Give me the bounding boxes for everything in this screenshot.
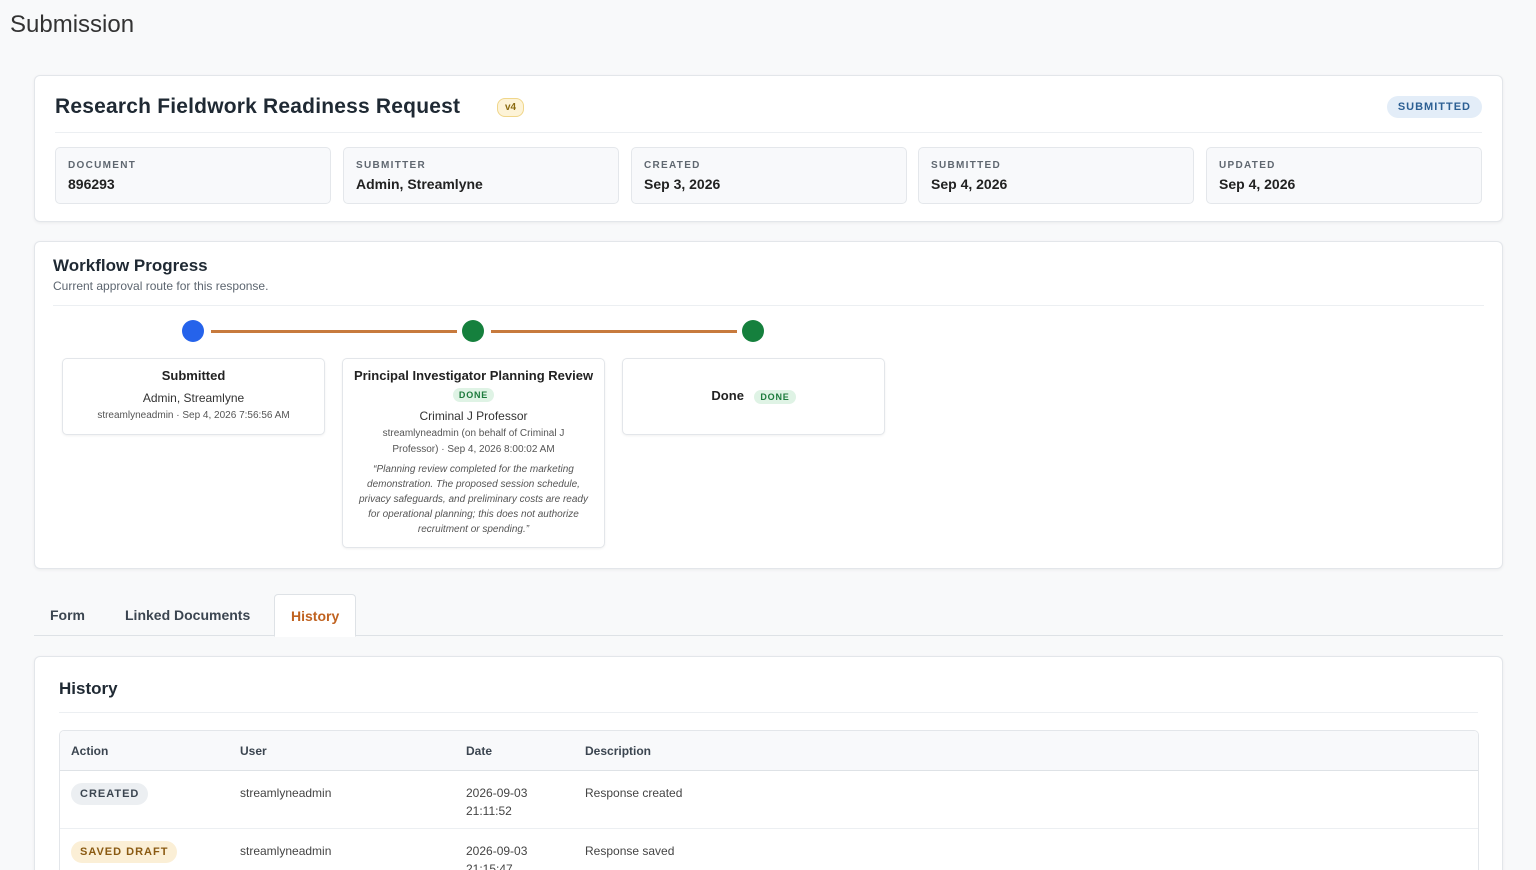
table-header: Action User Date Description: [60, 731, 1478, 771]
meta-label: UPDATED: [1219, 160, 1276, 171]
status-badge: SUBMITTED: [1386, 96, 1482, 118]
workflow-connector: [211, 330, 457, 333]
meta-submitted: SUBMITTED Sep 4, 2026: [918, 147, 1194, 204]
column-header-action[interactable]: Action: [71, 744, 108, 758]
history-title: History: [59, 679, 118, 698]
step-dot-review: [462, 320, 484, 342]
meta-label: SUBMITTED: [931, 160, 1002, 171]
workflow-connector: [491, 330, 737, 333]
row-date-time: 21:15:47: [466, 862, 513, 870]
row-date: 2026-09-03 21:15:47: [466, 842, 527, 870]
workflow-subtitle: Current approval route for this response…: [53, 279, 269, 293]
step-name: Submitted: [161, 368, 226, 383]
column-header-date[interactable]: Date: [466, 744, 492, 758]
row-date-day: 2026-09-03: [466, 786, 528, 800]
done-badge: DONE: [452, 388, 495, 402]
history-table: Action User Date Description CREATED str…: [59, 730, 1479, 870]
row-description: Response created: [585, 786, 683, 800]
history-divider: [59, 712, 1478, 713]
history-card: History Action User Date Description CRE…: [34, 656, 1503, 870]
step-card-done: Done DONE: [622, 358, 885, 435]
page-title: Submission: [10, 11, 135, 38]
step-person: Admin, Streamlyne: [142, 391, 245, 405]
header-divider: [55, 132, 1482, 133]
step-card-pi-review: Principal Investigator Planning Review D…: [342, 358, 605, 548]
done-badge: DONE: [754, 390, 796, 404]
step-dot-done: [742, 320, 764, 342]
step-name: Done: [711, 388, 744, 403]
tab-form[interactable]: Form: [34, 594, 101, 636]
step-person: Criminal J Professor: [419, 409, 528, 423]
tab-linked-documents[interactable]: Linked Documents: [109, 594, 266, 636]
submission-header-card: Research Fieldwork Readiness Request v4 …: [34, 75, 1503, 222]
meta-value: Admin, Streamlyne: [356, 176, 483, 192]
version-badge: v4: [497, 98, 525, 117]
meta-value: 896293: [68, 176, 115, 192]
meta-label: CREATED: [644, 160, 701, 171]
meta-row: DOCUMENT 896293 SUBMITTER Admin, Streaml…: [55, 147, 1482, 204]
table-row: SAVED DRAFT streamlyneadmin 2026-09-03 2…: [60, 829, 1478, 870]
column-header-description[interactable]: Description: [585, 744, 651, 758]
meta-updated: UPDATED Sep 4, 2026: [1206, 147, 1482, 204]
row-date: 2026-09-03 21:11:52: [466, 784, 527, 820]
step-meta: streamlyneadmin (on behalf of Criminal J…: [382, 428, 565, 455]
meta-value: Sep 3, 2026: [644, 176, 721, 192]
workflow-title: Workflow Progress: [53, 256, 208, 275]
table-row: CREATED streamlyneadmin 2026-09-03 21:11…: [60, 771, 1478, 829]
document-title: Research Fieldwork Readiness Request: [55, 95, 461, 118]
step-comment: “Planning review completed for the marke…: [359, 464, 588, 535]
column-header-user[interactable]: User: [240, 744, 267, 758]
row-user: streamlyneadmin: [240, 786, 332, 800]
step-dot-submitted: [182, 320, 204, 342]
row-description: Response saved: [585, 844, 675, 858]
step-name: Principal Investigator Planning Review: [353, 368, 594, 383]
action-badge-created: CREATED: [71, 783, 149, 805]
workflow-progress-card: Workflow Progress Current approval route…: [34, 241, 1503, 569]
row-date-time: 21:11:52: [466, 804, 512, 818]
row-date-day: 2026-09-03: [466, 844, 528, 858]
meta-submitter: SUBMITTER Admin, Streamlyne: [343, 147, 619, 204]
workflow-divider: [53, 305, 1484, 306]
action-badge-saved-draft: SAVED DRAFT: [71, 841, 178, 863]
tab-history[interactable]: History: [274, 594, 357, 637]
meta-value: Sep 4, 2026: [931, 176, 1008, 192]
meta-value: Sep 4, 2026: [1219, 176, 1296, 192]
meta-label: SUBMITTER: [356, 160, 427, 171]
meta-created: CREATED Sep 3, 2026: [631, 147, 907, 204]
meta-document: DOCUMENT 896293: [55, 147, 331, 204]
row-user: streamlyneadmin: [240, 844, 332, 858]
meta-label: DOCUMENT: [68, 160, 137, 171]
step-card-submitted: Submitted Admin, Streamlyne streamlynead…: [62, 358, 325, 435]
tab-bar: Form Linked Documents History: [34, 594, 1503, 637]
step-meta: streamlyneadmin · Sep 4, 2026 7:56:56 AM: [97, 410, 290, 421]
